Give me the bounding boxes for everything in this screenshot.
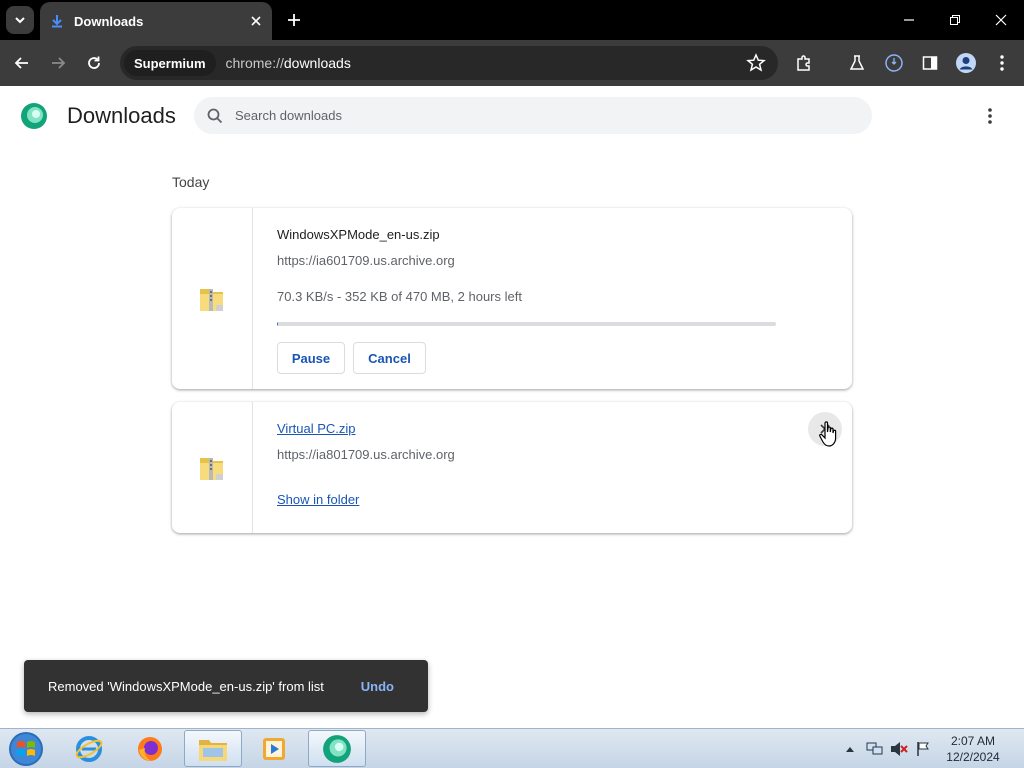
download-item: WindowsXPMode_en-us.zip https://ia601709… bbox=[172, 208, 852, 389]
side-panel-icon bbox=[922, 56, 938, 70]
date-section-label: Today bbox=[172, 174, 210, 190]
show-hidden-icons-button[interactable] bbox=[842, 729, 858, 768]
flag-icon bbox=[917, 742, 929, 756]
clock-date: 12/2/2024 bbox=[946, 750, 1000, 764]
browser-toolbar: Supermium chrome://downloads bbox=[0, 40, 1024, 86]
kebab-menu-icon bbox=[1000, 55, 1004, 71]
plus-icon bbox=[288, 14, 300, 26]
media-player-icon bbox=[263, 737, 285, 760]
taskbar-supermium[interactable] bbox=[308, 730, 366, 767]
minimize-icon bbox=[904, 19, 914, 21]
tab-close-button[interactable] bbox=[244, 9, 268, 33]
search-bar[interactable] bbox=[194, 97, 872, 134]
close-icon bbox=[251, 16, 261, 26]
extension-circle-icon bbox=[885, 54, 903, 72]
flask-icon bbox=[849, 55, 865, 70]
show-in-folder-link[interactable]: Show in folder bbox=[277, 492, 359, 507]
close-window-button[interactable] bbox=[978, 0, 1024, 40]
download-progress-bar bbox=[277, 322, 776, 326]
windows-logo-icon bbox=[9, 732, 43, 766]
undo-toast: Removed 'WindowsXPMode_en-us.zip' from l… bbox=[24, 660, 428, 712]
url-scheme: chrome:// bbox=[225, 55, 284, 71]
new-tab-button[interactable] bbox=[280, 6, 308, 34]
file-icon-column bbox=[172, 402, 253, 533]
reload-icon bbox=[88, 56, 100, 69]
download-item: Virtual PC.zip https://ia801709.us.archi… bbox=[172, 402, 852, 533]
taskbar-firefox[interactable] bbox=[121, 730, 179, 767]
firefox-icon bbox=[138, 736, 162, 761]
back-button[interactable] bbox=[7, 48, 37, 78]
file-icon-column bbox=[172, 208, 253, 389]
folder-icon bbox=[199, 739, 227, 761]
url-path: downloads bbox=[283, 55, 351, 71]
side-panel-button[interactable] bbox=[915, 48, 945, 78]
download-status: 70.3 KB/s - 352 KB of 470 MB, 2 hours le… bbox=[277, 289, 522, 304]
cancel-button[interactable]: Cancel bbox=[353, 342, 426, 374]
forward-button[interactable] bbox=[43, 48, 73, 78]
supermium-icon bbox=[323, 734, 351, 763]
toast-message: Removed 'WindowsXPMode_en-us.zip' from l… bbox=[48, 678, 324, 694]
download-filename-link[interactable]: Virtual PC.zip bbox=[277, 421, 356, 436]
network-icon bbox=[866, 742, 883, 755]
kebab-menu-icon bbox=[988, 108, 992, 124]
chevron-down-icon bbox=[15, 17, 25, 24]
browser-menu-button[interactable] bbox=[987, 48, 1017, 78]
search-icon bbox=[207, 108, 223, 123]
close-icon bbox=[995, 14, 1007, 26]
puzzle-icon bbox=[797, 55, 810, 71]
zip-folder-icon bbox=[200, 288, 223, 311]
arrow-right-icon bbox=[52, 57, 66, 69]
reload-button[interactable] bbox=[79, 48, 109, 78]
taskbar-clock[interactable]: 2:07 AM 12/2/2024 bbox=[934, 733, 1012, 765]
url-text: chrome://downloads bbox=[226, 55, 351, 71]
clock-time: 2:07 AM bbox=[950, 734, 996, 748]
restore-button[interactable] bbox=[932, 0, 978, 40]
tab-search-button[interactable] bbox=[6, 6, 34, 34]
tray-action-center[interactable] bbox=[912, 729, 934, 768]
download-icon bbox=[52, 15, 62, 28]
undo-button[interactable]: Undo bbox=[361, 679, 394, 694]
chevron-up-icon bbox=[846, 747, 854, 752]
site-chip[interactable]: Supermium bbox=[124, 50, 216, 76]
labs-button[interactable] bbox=[842, 48, 872, 78]
tray-network[interactable] bbox=[864, 729, 886, 768]
start-button[interactable] bbox=[4, 730, 48, 768]
title-bar: Downloads bbox=[0, 0, 1024, 40]
supermium-logo-icon bbox=[21, 103, 47, 129]
windows-taskbar: 2:07 AM 12/2/2024 bbox=[0, 728, 1024, 768]
taskbar-file-explorer[interactable] bbox=[184, 730, 242, 767]
pause-button[interactable]: Pause bbox=[277, 342, 345, 374]
download-filename: WindowsXPMode_en-us.zip bbox=[277, 227, 440, 242]
hand-cursor-icon bbox=[819, 421, 837, 447]
avatar-icon bbox=[956, 53, 976, 73]
tab-title: Downloads bbox=[74, 13, 144, 29]
zip-folder-icon bbox=[200, 457, 223, 480]
profile-button[interactable] bbox=[951, 48, 981, 78]
internet-explorer-icon bbox=[75, 735, 103, 762]
page-title: Downloads bbox=[67, 103, 176, 128]
volume-muted-icon bbox=[891, 742, 908, 756]
restore-icon bbox=[950, 15, 960, 25]
bookmark-star-icon[interactable] bbox=[746, 53, 766, 73]
download-url: https://ia801709.us.archive.org bbox=[277, 447, 455, 462]
downloads-menu-button[interactable] bbox=[978, 104, 1002, 128]
taskbar-media-player[interactable] bbox=[245, 730, 303, 767]
address-bar[interactable]: Supermium chrome://downloads bbox=[120, 46, 778, 80]
taskbar-internet-explorer[interactable] bbox=[60, 730, 118, 767]
extensions-button[interactable] bbox=[789, 48, 819, 78]
arrow-left-icon bbox=[14, 57, 28, 69]
extension-button[interactable] bbox=[879, 48, 909, 78]
download-url: https://ia601709.us.archive.org bbox=[277, 253, 455, 268]
tab-downloads[interactable]: Downloads bbox=[40, 2, 272, 40]
search-input[interactable] bbox=[235, 108, 835, 123]
tray-volume[interactable] bbox=[888, 729, 910, 768]
minimize-button[interactable] bbox=[886, 0, 932, 40]
